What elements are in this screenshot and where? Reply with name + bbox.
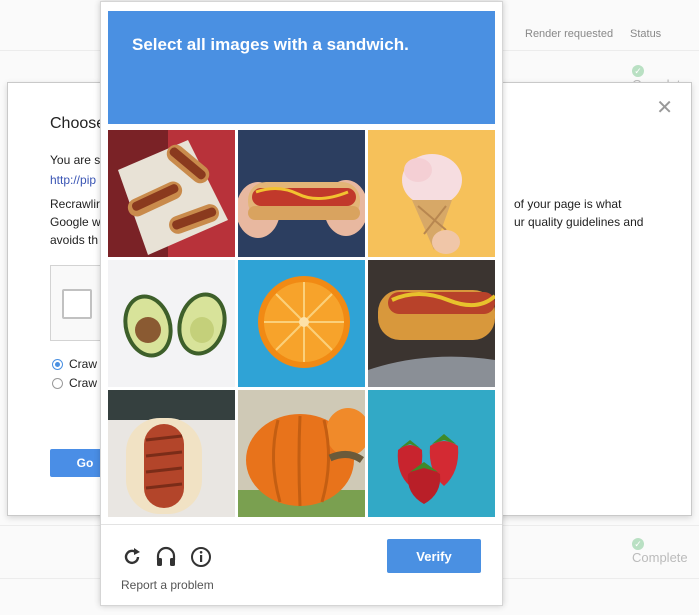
tile-ice-cream-cone[interactable] — [368, 130, 495, 257]
dialog-text: Recrawlir — [50, 197, 101, 211]
tile-pumpkin[interactable] — [238, 390, 365, 517]
url-link[interactable]: http://pip — [50, 173, 96, 187]
status-badge: ✓Complete — [632, 537, 688, 565]
dialog-title: Choose — [50, 115, 106, 132]
tile-strawberries[interactable] — [368, 390, 495, 517]
captcha-prompt: Select all images with a sandwich. — [132, 35, 409, 54]
dialog-text: Google w — [50, 215, 101, 229]
radio-unselected[interactable] — [52, 378, 63, 390]
radio-selected[interactable] — [52, 359, 63, 371]
tile-hot-dog-closeup[interactable] — [368, 260, 495, 387]
image-grid — [108, 130, 495, 518]
recaptcha-checkbox[interactable] — [62, 289, 92, 319]
column-header-render-requested: Render requested — [525, 28, 614, 40]
reload-icon[interactable] — [121, 546, 143, 568]
footer-divider — [101, 524, 502, 525]
close-icon[interactable]: ✕ — [656, 95, 673, 120]
tile-orange-slice[interactable] — [238, 260, 365, 387]
verify-button[interactable]: Verify — [387, 539, 481, 573]
check-icon: ✓ — [632, 64, 644, 77]
dialog-text: ur quality guidelines and — [514, 215, 644, 229]
dialog-text: You are s — [50, 153, 101, 167]
column-header-status: Status — [630, 28, 662, 40]
dialog-text: avoids th — [50, 233, 99, 247]
captcha-header: Select all images with a sandwich. — [108, 11, 495, 124]
radio-option-2[interactable]: Craw — [52, 376, 97, 390]
captcha-challenge: Select all images with a sandwich. Repor… — [100, 1, 503, 606]
radio-option-1[interactable]: Craw — [52, 357, 97, 371]
info-icon[interactable] — [190, 546, 212, 568]
report-problem-link[interactable]: Report a problem — [121, 578, 214, 592]
tile-hot-dogs-tray[interactable] — [108, 130, 235, 257]
tile-avocado-halves[interactable] — [108, 260, 235, 387]
audio-icon[interactable] — [155, 546, 177, 568]
check-icon: ✓ — [632, 537, 644, 550]
tile-hot-dog-hands[interactable] — [238, 130, 365, 257]
dialog-text: of your page is what — [514, 197, 622, 211]
tile-bacon-hot-dog[interactable] — [108, 390, 235, 517]
